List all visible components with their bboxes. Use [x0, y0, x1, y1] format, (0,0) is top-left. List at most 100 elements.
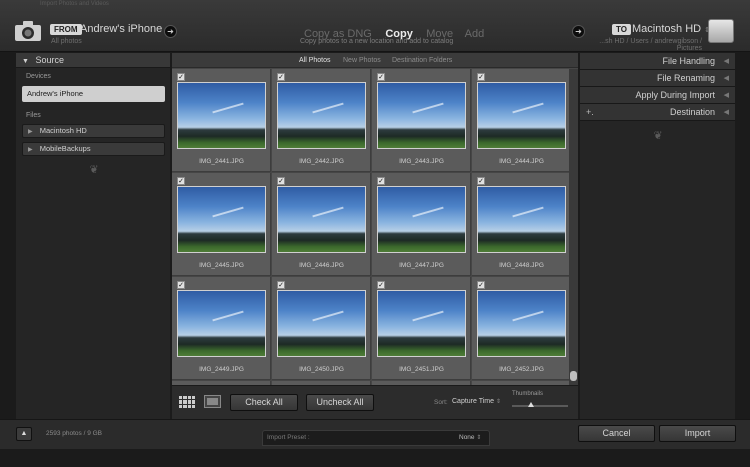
- photo-thumbnail[interactable]: [277, 82, 366, 149]
- checkbox-checked-icon[interactable]: ✓: [477, 281, 485, 289]
- cloud-streak: [512, 102, 544, 114]
- source-name: Andrew's iPhone: [80, 23, 163, 35]
- mode-description: Copy photos to a new location and add to…: [300, 38, 454, 45]
- add-folder-icon[interactable]: +.: [586, 104, 594, 121]
- collapsed-triangle-icon: ◀: [723, 75, 729, 82]
- sort-select[interactable]: Capture Time ⇕: [452, 398, 501, 405]
- checkbox-checked-icon[interactable]: ✓: [177, 177, 185, 185]
- photo-thumbnail[interactable]: [277, 290, 366, 357]
- section-destination[interactable]: +. Destination ◀: [580, 104, 735, 121]
- photo-thumbnail[interactable]: [477, 82, 566, 149]
- photo-thumbnail[interactable]: [177, 290, 266, 357]
- checkbox-checked-icon[interactable]: ✓: [177, 281, 185, 289]
- section-file-renaming[interactable]: File Renaming ◀: [580, 70, 735, 87]
- drive-mobilebackups[interactable]: ▶ MobileBackups: [22, 142, 165, 156]
- photo-cell[interactable]: ✓ IMG_2443.JPG: [372, 69, 471, 172]
- photo-cell[interactable]: ✓ IMG_2452.JPG: [472, 277, 569, 380]
- source-selector[interactable]: Andrew's iPhone ⇕: [80, 23, 171, 35]
- grid-view-icon[interactable]: [179, 396, 195, 408]
- drive-label: Macintosh HD: [39, 126, 87, 135]
- photo-cell[interactable]: ✓ IMG_2441.JPG: [172, 69, 271, 172]
- cloud-streak: [312, 102, 344, 114]
- photo-grid-panel: All Photos New Photos Destination Folder…: [172, 53, 578, 419]
- collapsed-triangle-icon: ◀: [723, 58, 729, 65]
- section-file-handling[interactable]: File Handling ◀: [580, 53, 735, 70]
- arrow-right-icon[interactable]: ➜: [572, 25, 585, 38]
- filter-all-photos[interactable]: All Photos: [299, 57, 331, 64]
- photo-thumbnail[interactable]: [477, 290, 566, 357]
- check-all-button[interactable]: Check All: [230, 394, 298, 411]
- cloud-streak: [512, 206, 544, 218]
- filter-new-photos[interactable]: New Photos: [343, 57, 381, 64]
- drive-macintosh-hd[interactable]: ▶ Macintosh HD: [22, 124, 165, 138]
- photo-cell[interactable]: ✓ IMG_2447.JPG: [372, 173, 471, 276]
- photo-cell[interactable]: ✓ IMG_2446.JPG: [272, 173, 371, 276]
- cloud-streak: [412, 310, 444, 322]
- checkbox-checked-icon[interactable]: ✓: [177, 73, 185, 81]
- slider-handle-icon[interactable]: [528, 402, 534, 407]
- uncheck-all-button[interactable]: Uncheck All: [306, 394, 374, 411]
- photo-filename: IMG_2443.JPG: [399, 158, 444, 165]
- thumbnails-label: Thumbnails: [512, 391, 544, 397]
- photo-cell[interactable]: ✓ IMG_2449.JPG: [172, 277, 271, 380]
- import-preset-bar[interactable]: Import Preset : None ⇕: [262, 430, 490, 446]
- section-apply-during-import[interactable]: Apply During Import ◀: [580, 87, 735, 104]
- photo-thumbnail[interactable]: [377, 186, 466, 253]
- expand-up-icon[interactable]: ▲: [16, 427, 32, 441]
- checkbox-checked-icon[interactable]: ✓: [277, 281, 285, 289]
- photo-cell[interactable]: ✓ IMG_2442.JPG: [272, 69, 371, 172]
- expand-triangle-icon: ▶: [28, 129, 33, 135]
- files-label: Files: [26, 112, 41, 119]
- checkbox-checked-icon[interactable]: ✓: [377, 281, 385, 289]
- thumbnail-size-slider[interactable]: [512, 402, 568, 407]
- cloud-streak: [512, 310, 544, 322]
- mode-add[interactable]: Add: [465, 28, 485, 40]
- grid-scrollbar[interactable]: [569, 69, 578, 385]
- destination-path: ...sh HD / Users / andrewgibson / Pictur…: [599, 38, 702, 52]
- photo-thumbnail[interactable]: [277, 186, 366, 253]
- photo-filename: IMG_2445.JPG: [199, 262, 244, 269]
- filter-destination-folders[interactable]: Destination Folders: [392, 57, 452, 64]
- checkbox-checked-icon[interactable]: ✓: [377, 73, 385, 81]
- arrow-right-icon[interactable]: ➜: [164, 25, 177, 38]
- checkbox-checked-icon[interactable]: ✓: [277, 177, 285, 185]
- cloud-streak: [212, 310, 244, 322]
- options-panel: File Handling ◀ File Renaming ◀ Apply Du…: [580, 53, 735, 419]
- photo-filename: IMG_2449.JPG: [199, 366, 244, 373]
- cloud-streak: [312, 206, 344, 218]
- destination-name: Macintosh HD: [632, 23, 702, 35]
- loupe-view-icon[interactable]: [204, 395, 221, 408]
- photo-filename: IMG_2447.JPG: [399, 262, 444, 269]
- panel-end-ornament-icon: ❦: [653, 130, 663, 142]
- photo-filename: IMG_2451.JPG: [399, 366, 444, 373]
- photo-filename: IMG_2446.JPG: [299, 262, 344, 269]
- photo-thumbnail[interactable]: [177, 82, 266, 149]
- section-label: File Handling: [662, 56, 715, 66]
- preset-select[interactable]: None ⇕: [459, 434, 481, 441]
- photo-filename: IMG_2448.JPG: [499, 262, 544, 269]
- devices-label: Devices: [26, 73, 51, 80]
- photo-filename: IMG_2452.JPG: [499, 366, 544, 373]
- photo-thumbnail[interactable]: [377, 82, 466, 149]
- checkbox-checked-icon[interactable]: ✓: [277, 73, 285, 81]
- photo-thumbnail[interactable]: [177, 186, 266, 253]
- destination-selector[interactable]: Macintosh HD ⇕: [632, 23, 710, 35]
- cloud-streak: [212, 102, 244, 114]
- scrollbar-thumb[interactable]: [570, 371, 577, 381]
- checkbox-checked-icon[interactable]: ✓: [477, 177, 485, 185]
- photo-cell[interactable]: ✓ IMG_2450.JPG: [272, 277, 371, 380]
- photo-thumbnail[interactable]: [477, 186, 566, 253]
- photo-cell[interactable]: ✓ IMG_2445.JPG: [172, 173, 271, 276]
- photo-thumbnail[interactable]: [377, 290, 466, 357]
- photo-cell[interactable]: ✓ IMG_2451.JPG: [372, 277, 471, 380]
- photo-cell[interactable]: ✓ IMG_2448.JPG: [472, 173, 569, 276]
- photo-filename: IMG_2450.JPG: [299, 366, 344, 373]
- checkbox-checked-icon[interactable]: ✓: [377, 177, 385, 185]
- photo-cell[interactable]: ✓ IMG_2444.JPG: [472, 69, 569, 172]
- device-andrews-iphone[interactable]: Andrew's iPhone: [22, 86, 165, 102]
- import-button[interactable]: Import: [659, 425, 736, 442]
- sort-label: Sort:: [434, 399, 448, 406]
- checkbox-checked-icon[interactable]: ✓: [477, 73, 485, 81]
- source-panel-header[interactable]: ▼ Source: [16, 53, 170, 68]
- cancel-button[interactable]: Cancel: [578, 425, 655, 442]
